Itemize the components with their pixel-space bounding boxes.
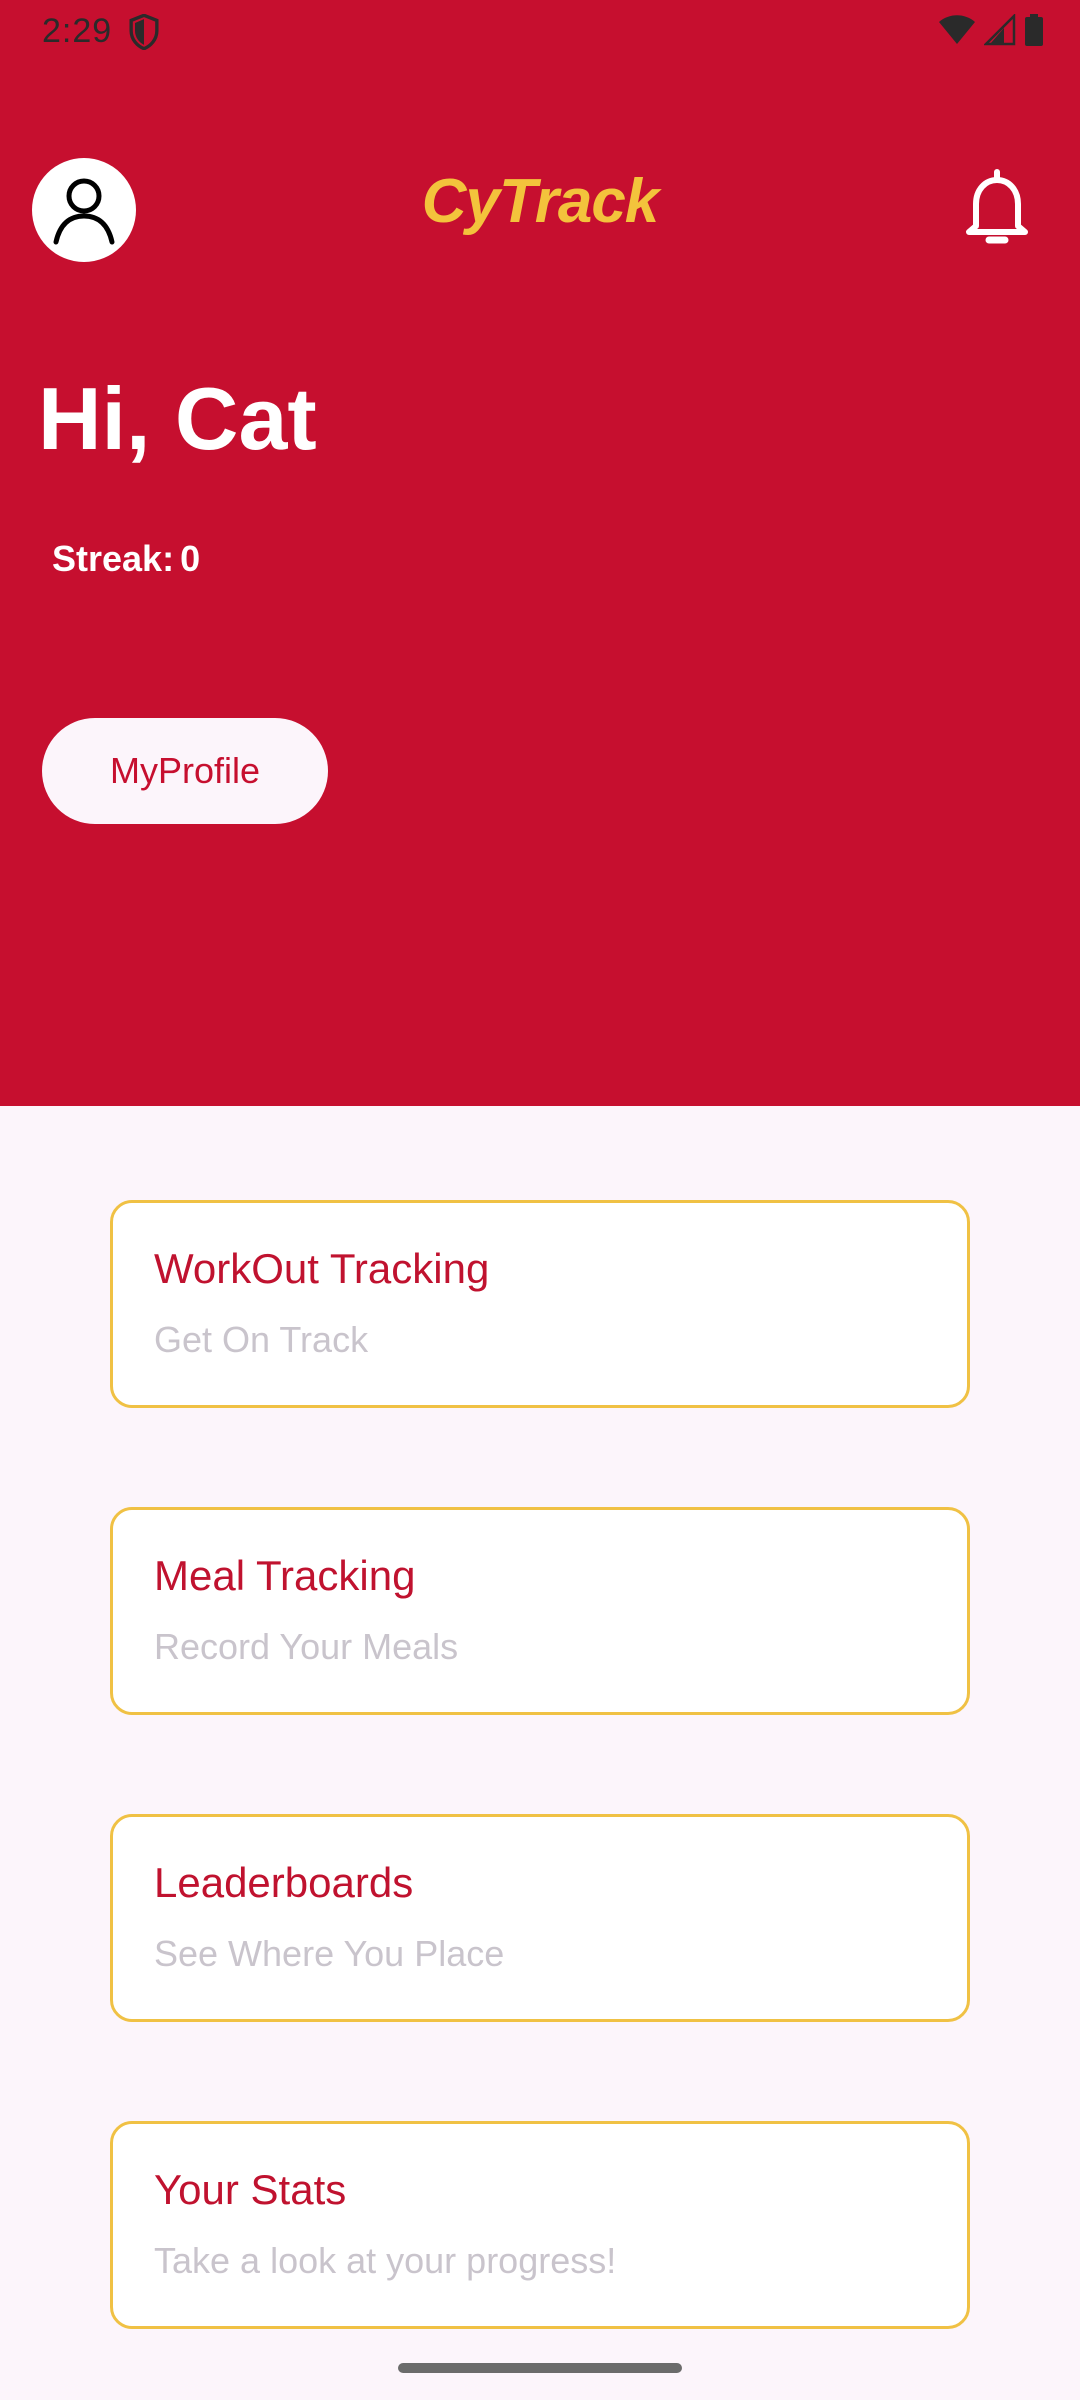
home-screen: 2:29 CyTrack Hi, Cat Streak: 0 MyProfile… [0,0,1080,2400]
wifi-icon [939,15,975,44]
card-subtitle: Take a look at your progress! [154,2240,617,2281]
streak-label: Streak: [52,538,175,579]
streak-counter: Streak: 0 [46,538,200,580]
status-time: 2:29 [42,12,113,50]
streak-value: 0 [180,538,201,579]
app-title: CyTrack [421,167,660,236]
my-profile-button[interactable]: MyProfile [42,718,328,824]
card-title: Your Stats [154,2166,347,2213]
battery-icon [1025,14,1043,46]
card-title: Leaderboards [154,1859,414,1906]
signal-icon [984,14,1016,46]
card-your-stats[interactable]: Your Stats Take a look at your progress! [110,2121,970,2329]
status-icons [938,14,1044,46]
card-meal-tracking[interactable]: Meal Tracking Record Your Meals [110,1507,970,1715]
card-subtitle: See Where You Place [154,1933,505,1974]
shield-icon [129,14,159,50]
card-leaderboards[interactable]: Leaderboards See Where You Place [110,1814,970,2022]
card-subtitle: Get On Track [154,1319,369,1360]
status-bar: 2:29 [0,0,1080,64]
home-indicator[interactable] [398,2363,682,2373]
bell-icon[interactable] [962,168,1032,248]
card-workout-tracking[interactable]: WorkOut Tracking Get On Track [110,1200,970,1408]
card-title: Meal Tracking [154,1552,416,1599]
card-title: WorkOut Tracking [154,1245,490,1292]
card-subtitle: Record Your Meals [154,1626,459,1667]
header-panel: 2:29 CyTrack Hi, Cat Streak: 0 MyProfile [0,0,1080,1106]
greeting-heading: Hi, Cat [38,369,317,468]
